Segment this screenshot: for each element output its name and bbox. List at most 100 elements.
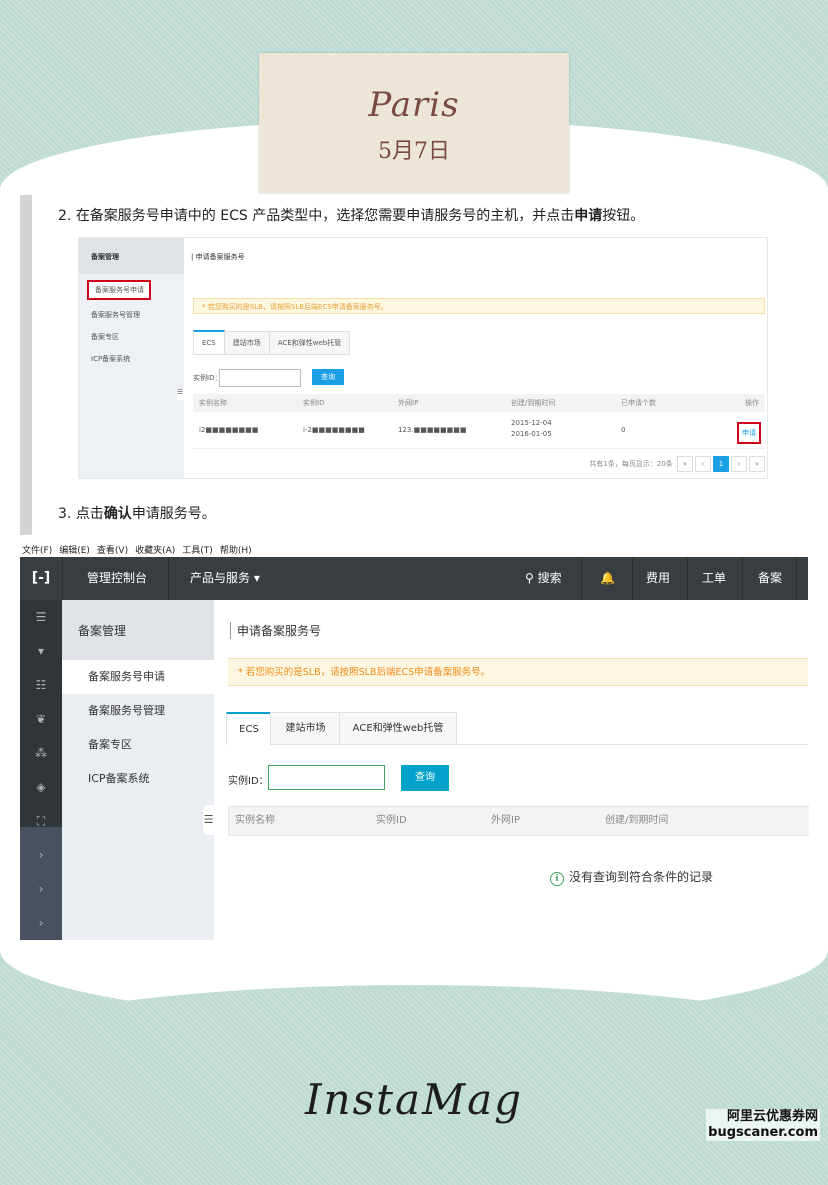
ss-sidebar-item-icp[interactable]: ICP备案系统 bbox=[79, 348, 184, 370]
topbar-divider bbox=[632, 557, 633, 600]
ticket-link[interactable]: 工单 bbox=[702, 557, 726, 600]
page-title: 申请备案服务号 bbox=[230, 622, 321, 639]
ss-tab-ecs[interactable]: ECS bbox=[193, 330, 225, 355]
topbar-divider bbox=[581, 557, 582, 600]
menu-edit[interactable]: 编辑(E) bbox=[59, 546, 90, 556]
menu-icon[interactable]: ☰ bbox=[20, 600, 62, 634]
ss-pager-page-1[interactable]: 1 bbox=[713, 456, 729, 472]
left-icon-nav: ☰ ▾ ☷ ❦ ⁂ ◈ ⛶ › › › bbox=[20, 600, 62, 940]
ss-pager-text: 共有1条，每页显示：20条 bbox=[589, 460, 673, 468]
sidebar-item-zone[interactable]: 备案专区 bbox=[62, 728, 214, 762]
ss-pager-prev[interactable]: ‹ bbox=[695, 456, 711, 472]
topbar-divider bbox=[62, 557, 63, 600]
ss-table: 实例名称 实例ID 外网IP 创建/到期时间 已申请个数 操作 i2■■■■■■… bbox=[193, 394, 765, 449]
ss-col-ip: 外网IP bbox=[398, 399, 419, 407]
paris-cover-card: Paris 5月7日 bbox=[259, 53, 569, 193]
ss-col-id: 实例ID bbox=[303, 399, 325, 407]
step-2-bold: 申请 bbox=[574, 208, 603, 224]
cloud-icon[interactable]: ❦ bbox=[20, 702, 62, 736]
beian-sidebar: 备案管理 备案服务号申请 备案服务号管理 备案专区 ICP备案系统 bbox=[62, 600, 214, 940]
step-3-pre: 点击 bbox=[75, 506, 104, 522]
query-button[interactable]: 查询 bbox=[401, 765, 449, 791]
ss-col-count: 已申请个数 bbox=[621, 399, 656, 407]
ss-col-time: 创建/到期时间 bbox=[511, 399, 556, 407]
chevron-right-icon[interactable]: › bbox=[20, 838, 62, 872]
ss-table-header: 实例名称 实例ID 外网IP 创建/到期时间 已申请个数 操作 bbox=[193, 394, 765, 412]
ss-collapse-icon[interactable]: ☰ bbox=[177, 388, 185, 400]
step-3-text: 3. 点击确认申请服务号。 bbox=[58, 503, 216, 523]
beian-sidebar-head: 备案管理 bbox=[62, 600, 214, 660]
ss-tab-ace[interactable]: ACE和弹性web托管 bbox=[268, 331, 351, 355]
ss-cell-count: 0 bbox=[621, 426, 626, 434]
col-public-ip: 外网IP bbox=[491, 815, 520, 826]
watermark-line-2: bugscaner.com bbox=[708, 1125, 818, 1140]
instamag-logo: InstaMag bbox=[304, 1075, 524, 1124]
sidebar-item-manage[interactable]: 备案服务号管理 bbox=[62, 694, 214, 728]
step-3-post: 申请服务号。 bbox=[131, 506, 216, 522]
chevron-right-icon[interactable]: › bbox=[20, 906, 62, 940]
beian-link[interactable]: 备案 bbox=[758, 557, 782, 600]
expand-icon[interactable]: ⛶ bbox=[20, 804, 62, 838]
table-row: i2■■■■■■■■ i-2■■■■■■■■ 123.■■■■■■■■ 2015… bbox=[193, 412, 765, 449]
step-3-bold: 确认 bbox=[103, 506, 132, 522]
ss-apply-button[interactable]: 申请 bbox=[737, 422, 761, 444]
ss-instance-input[interactable] bbox=[219, 369, 301, 387]
ss-sidebar-item-apply[interactable]: 备案服务号申请 bbox=[87, 280, 151, 300]
sidebar-item-apply[interactable]: 备案服务号申请 bbox=[62, 660, 214, 694]
ss-pager-next[interactable]: › bbox=[731, 456, 747, 472]
aliyun-logo-icon[interactable]: [-] bbox=[20, 557, 62, 600]
tab-ecs[interactable]: ECS bbox=[226, 712, 272, 745]
menu-file[interactable]: 文件(F) bbox=[22, 546, 52, 556]
ss-pager-last[interactable]: » bbox=[749, 456, 765, 472]
products-menu[interactable]: 产品与服务 ▾ bbox=[190, 557, 260, 600]
ss-tab-site[interactable]: 建站市场 bbox=[223, 331, 270, 355]
step-2-pre: 在备案服务号申请中的 ECS 产品类型中，选择您需要申请服务号的主机，并点击 bbox=[75, 208, 575, 224]
console-home-link[interactable]: 管理控制台 bbox=[87, 557, 147, 600]
watermark: 阿里云优惠券网 bugscaner.com bbox=[706, 1109, 820, 1141]
ss-sidebar-item-manage[interactable]: 备案服务号管理 bbox=[79, 304, 184, 326]
col-instance-id: 实例ID bbox=[376, 815, 407, 826]
empty-state: i 没有查询到符合条件的记录 bbox=[550, 868, 713, 886]
ss-col-action: 操作 bbox=[745, 399, 759, 407]
sidebar-item-icp[interactable]: ICP备案系统 bbox=[62, 762, 214, 796]
ss-sidebar-item-zone[interactable]: 备案专区 bbox=[79, 326, 184, 348]
ss-page-title: | 申请备案服务号 bbox=[191, 253, 245, 261]
collapse-sidebar-icon[interactable]: ☰ bbox=[203, 805, 214, 835]
ss-sidebar-head: 备案管理 bbox=[79, 238, 184, 274]
step-2-number: 2. bbox=[58, 208, 72, 224]
step-2-post: 按钮。 bbox=[602, 208, 645, 224]
ss-instance-label: 实例ID： bbox=[193, 374, 222, 382]
ss-cell-id: i-2■■■■■■■■ bbox=[303, 426, 365, 434]
instance-id-label: 实例ID： bbox=[228, 776, 269, 787]
chevron-right-icon[interactable]: › bbox=[20, 872, 62, 906]
ss-cell-ip: 123.■■■■■■■■ bbox=[398, 426, 467, 434]
table-header: 实例名称 实例ID 外网IP 创建/到期时间 bbox=[228, 806, 809, 836]
fees-link[interactable]: 费用 bbox=[646, 557, 670, 600]
search-icon: ⚲ bbox=[525, 571, 534, 585]
empty-message: 没有查询到符合条件的记录 bbox=[569, 870, 714, 884]
menu-view[interactable]: 查看(V) bbox=[97, 546, 128, 556]
ss-tabs: ECS 建站市场 ACE和弹性web托管 bbox=[193, 330, 351, 355]
ss-sidebar: 备案管理 备案服务号申请 备案服务号管理 备案专区 ICP备案系统 bbox=[79, 238, 184, 478]
menu-favorites[interactable]: 收藏夹(A) bbox=[135, 546, 175, 556]
console-topbar: [-] 管理控制台 产品与服务 ▾ ⚲ 搜索 🔔 费用 工单 备案 bbox=[20, 557, 808, 600]
ss-col-name: 实例名称 bbox=[199, 399, 227, 407]
small-screenshot: 备案管理 备案服务号申请 备案服务号管理 备案专区 ICP备案系统 ☰ | 申请… bbox=[78, 237, 768, 479]
topbar-divider bbox=[742, 557, 743, 600]
server-icon[interactable]: ☷ bbox=[20, 668, 62, 702]
bell-icon[interactable]: 🔔 bbox=[600, 557, 615, 600]
storage-icon[interactable]: ◈ bbox=[20, 770, 62, 804]
main-content: 申请备案服务号 * 若您购买的是SLB，请按照SLB后端ECS申请备案服务号。 … bbox=[214, 600, 809, 940]
ss-pager-first[interactable]: « bbox=[677, 456, 693, 472]
menu-tools[interactable]: 工具(T) bbox=[182, 546, 213, 556]
tab-ace-web[interactable]: ACE和弹性web托管 bbox=[339, 712, 457, 745]
network-icon[interactable]: ⁂ bbox=[20, 736, 62, 770]
info-icon: i bbox=[550, 872, 564, 886]
dropdown-arrow-icon[interactable]: ▾ bbox=[20, 634, 62, 668]
menu-help[interactable]: 帮助(H) bbox=[220, 546, 252, 556]
search-button[interactable]: ⚲ 搜索 bbox=[525, 557, 562, 600]
instance-id-input[interactable] bbox=[268, 765, 385, 790]
ss-query-button[interactable]: 查询 bbox=[312, 369, 344, 385]
cover-date: 5月7日 bbox=[378, 139, 450, 164]
tab-site-market[interactable]: 建站市场 bbox=[270, 712, 341, 745]
